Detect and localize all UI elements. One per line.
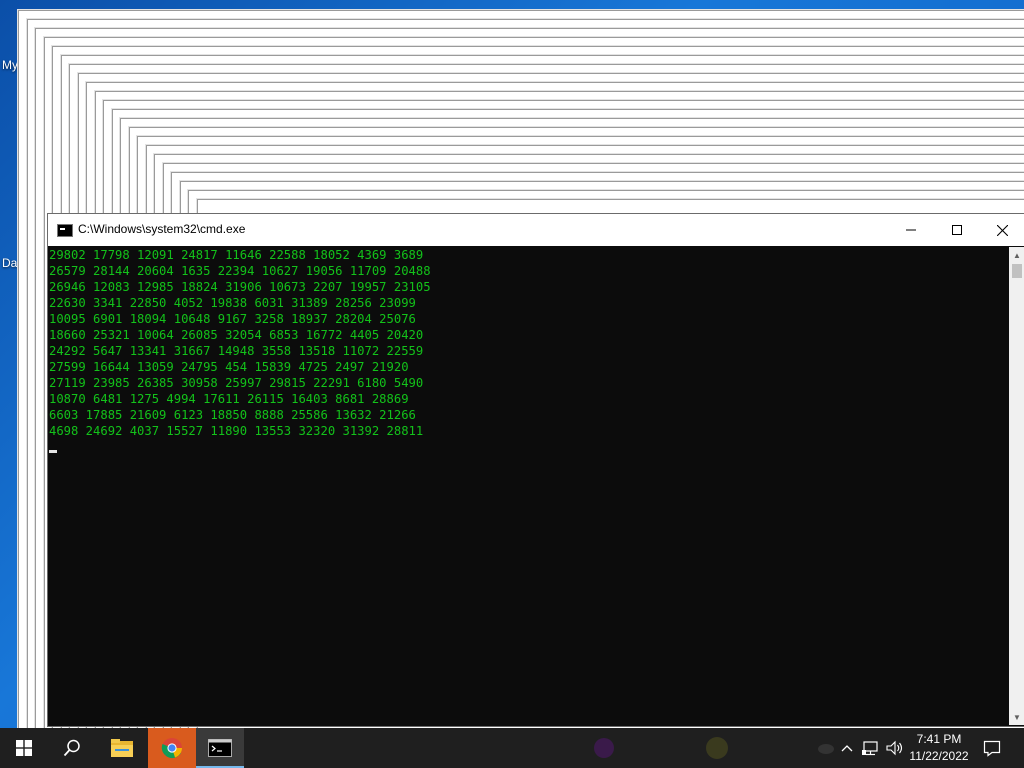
console-line: 26579 28144 20604 1635 22394 10627 19056…: [49, 264, 431, 278]
cmd-icon: [208, 739, 232, 757]
network-icon: [862, 741, 878, 756]
chrome-icon: [161, 738, 182, 759]
scroll-up-arrow-icon: ▲: [1013, 250, 1021, 260]
console-line: 27599 16644 13059 24795 454 15839 4725 2…: [49, 360, 409, 374]
console-line: 6603 17885 21609 6123 18850 8888 25586 1…: [49, 408, 416, 422]
desktop-icon-label[interactable]: My: [2, 58, 18, 72]
file-explorer-icon: [111, 739, 133, 757]
scroll-down-arrow-icon: ▼: [1013, 712, 1021, 722]
window-title: C:\Windows\system32\cmd.exe: [78, 222, 246, 236]
console-line: 24292 5647 13341 31667 14948 3558 13518 …: [49, 344, 424, 358]
maximize-icon: [952, 225, 962, 235]
network-button[interactable]: [860, 728, 882, 768]
search-icon: [63, 739, 80, 757]
scrollbar-thumb[interactable]: [1012, 264, 1022, 278]
minimize-button[interactable]: [888, 214, 934, 246]
windows-start-icon: [16, 740, 32, 756]
desktop-icon-label[interactable]: Da: [2, 256, 17, 270]
show-hidden-icons-button[interactable]: [838, 728, 856, 768]
scroll-up-button[interactable]: ▲: [1009, 247, 1024, 263]
console-line: 4698 24692 4037 15527 11890 13553 32320 …: [49, 424, 424, 438]
console-line: 27119 23985 26385 30958 25997 29815 2229…: [49, 376, 424, 390]
action-center-button[interactable]: [978, 728, 1006, 768]
clock-date: 11/22/2022: [909, 749, 969, 763]
taskbar-clock[interactable]: 7:41 PM 11/22/2022: [906, 731, 972, 765]
taskbar-cmd[interactable]: [196, 728, 244, 768]
console-line: 26946 12083 12985 18824 31906 10673 2207…: [49, 280, 431, 294]
text-cursor: [49, 450, 57, 453]
close-button[interactable]: [979, 214, 1024, 246]
console-line: 22630 3341 22850 4052 19838 6031 31389 2…: [49, 296, 416, 310]
console-line: 10870 6481 1275 4994 17611 26115 16403 8…: [49, 392, 409, 406]
scroll-down-button[interactable]: ▼: [1009, 709, 1024, 725]
taskbar: 7:41 PM 11/22/2022: [0, 728, 1024, 768]
volume-icon: [886, 740, 903, 756]
prompt-line: [49, 439, 1008, 455]
taskbar-file-explorer[interactable]: [98, 728, 146, 768]
title-bar[interactable]: C:\Windows\system32\cmd.exe: [48, 214, 1024, 246]
chevron-up-icon: [841, 745, 853, 752]
start-button[interactable]: [0, 728, 48, 768]
search-button[interactable]: [48, 728, 96, 768]
clock-time: 7:41 PM: [916, 732, 962, 746]
volume-button[interactable]: [884, 728, 906, 768]
console-line: 10095 6901 18094 10648 9167 3258 18937 2…: [49, 312, 416, 326]
close-icon: [996, 224, 1008, 236]
maximize-button[interactable]: [934, 214, 980, 246]
taskbar-chrome[interactable]: [148, 728, 196, 768]
console-line: 18660 25321 10064 26085 32054 6853 16772…: [49, 328, 424, 342]
console-output[interactable]: 29802 17798 12091 24817 11646 22588 1805…: [49, 247, 1008, 725]
taskbar-blurred-icon: [594, 738, 614, 758]
cmd-window-icon: [57, 224, 73, 237]
console-line: 29802 17798 12091 24817 11646 22588 1805…: [49, 248, 424, 262]
taskbar-blurred-icon: [706, 737, 728, 759]
taskbar-blurred-icon: [818, 744, 834, 754]
vertical-scrollbar[interactable]: ▲ ▼: [1009, 247, 1024, 725]
cmd-window[interactable]: C:\Windows\system32\cmd.exe 29802 17798 …: [47, 213, 1024, 727]
minimize-icon: [906, 229, 916, 231]
notification-icon: [983, 740, 1001, 757]
